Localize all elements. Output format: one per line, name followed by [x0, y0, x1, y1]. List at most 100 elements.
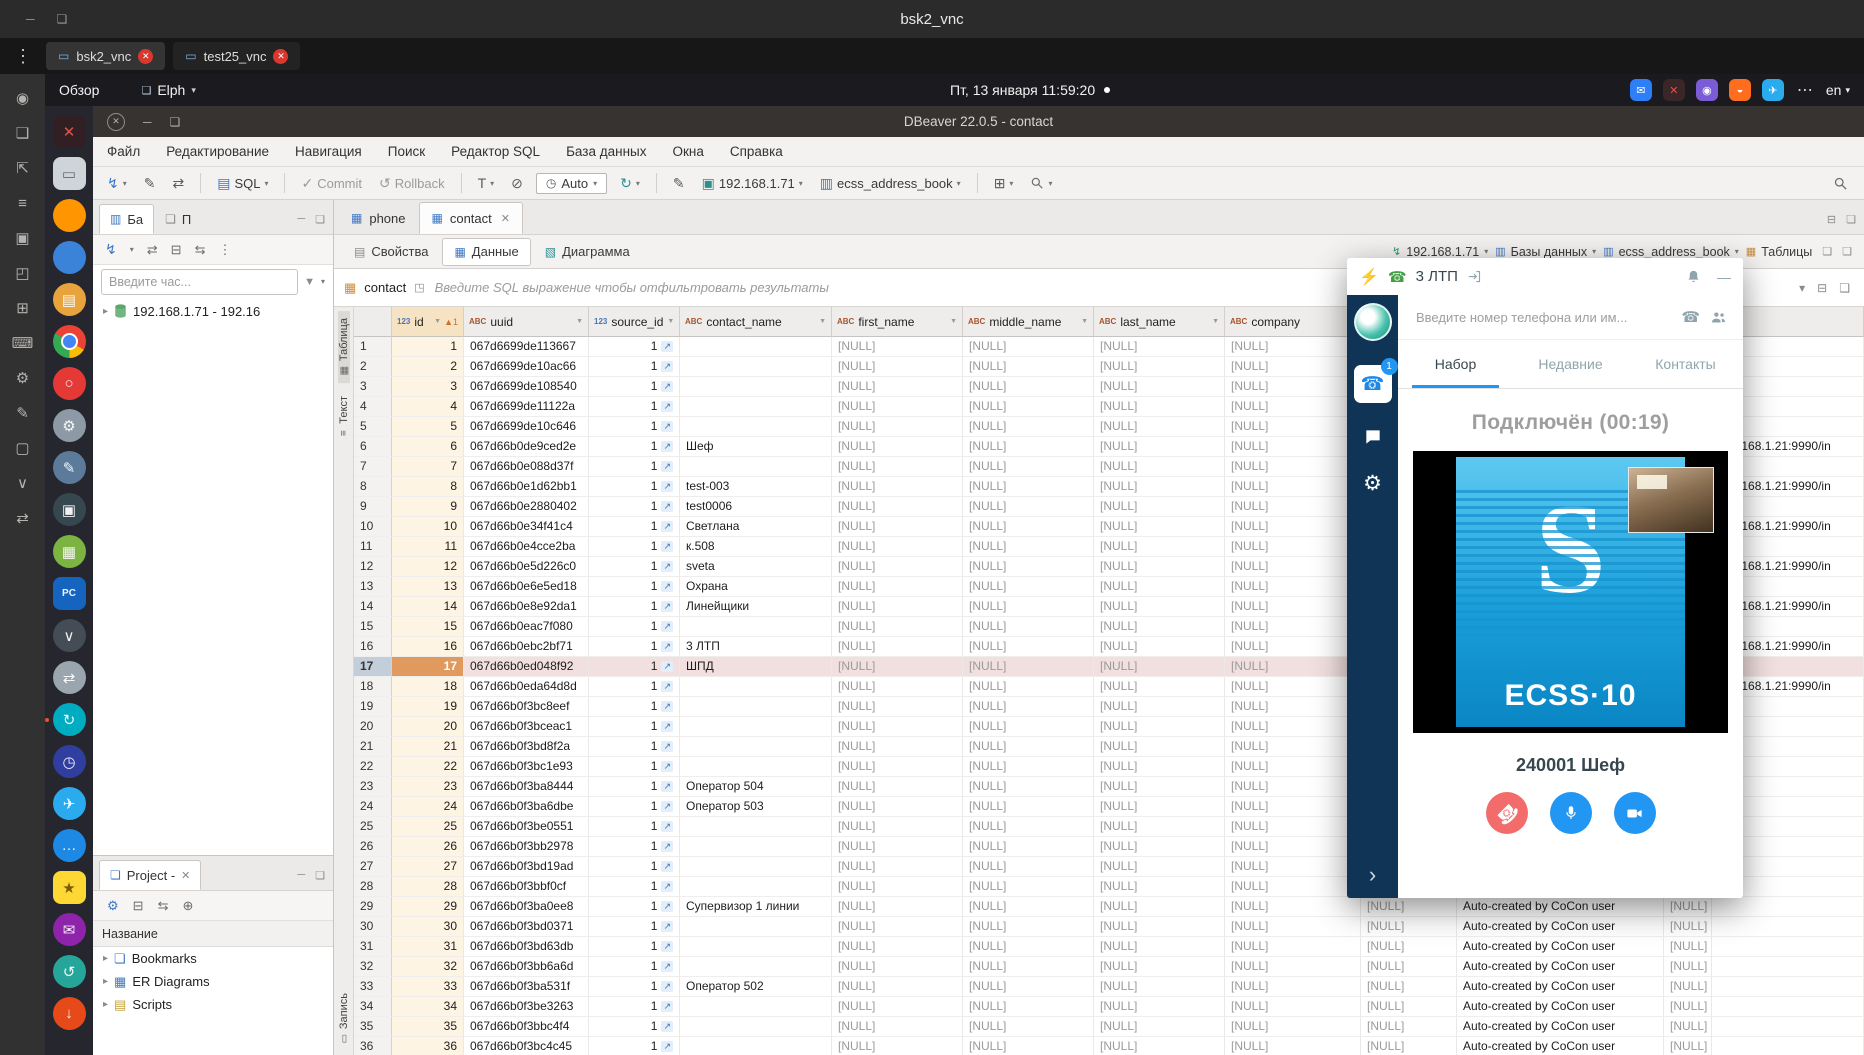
grid-cell[interactable]: [NULL]	[1094, 1037, 1225, 1055]
grid-cell[interactable]: 16	[392, 637, 464, 657]
grid-cell[interactable]: 1↗	[589, 977, 680, 997]
fk-link-icon[interactable]: ↗	[661, 641, 673, 652]
grid-cell[interactable]: Auto-created by CoCon user	[1457, 937, 1664, 957]
session-tab-bsk2_vnc[interactable]: ▭bsk2_vnc✕	[46, 42, 165, 70]
transfer-icon[interactable]	[1467, 269, 1482, 284]
grid-cell[interactable]: 067d66b0f3bc4c45	[464, 1037, 589, 1055]
grid-cell[interactable]: [NULL]	[1664, 917, 1712, 937]
minimize-panel-icon[interactable]: ─	[297, 213, 305, 226]
grid-cell[interactable]: 1	[392, 337, 464, 357]
fk-link-icon[interactable]: ↗	[661, 941, 673, 952]
grid-cell[interactable]: [NULL]	[963, 657, 1094, 677]
project-columns-header[interactable]: Название	[93, 921, 333, 947]
grid-cell[interactable]: Линейщики	[680, 597, 832, 617]
grid-cell[interactable]: 20	[392, 717, 464, 737]
grid-cell[interactable]	[680, 337, 832, 357]
row-number[interactable]: 27	[354, 857, 392, 877]
grid-cell[interactable]: [NULL]	[1094, 597, 1225, 617]
grid-cell[interactable]: [NULL]	[1664, 977, 1712, 997]
fk-link-icon[interactable]: ↗	[661, 881, 673, 892]
row-number[interactable]: 32	[354, 957, 392, 977]
grid-cell[interactable]: 067d66b0f3be3263	[464, 997, 589, 1017]
grid-cell[interactable]	[680, 997, 832, 1017]
row-number[interactable]: 30	[354, 917, 392, 937]
call-icon[interactable]: ☎	[1681, 308, 1700, 326]
fk-link-icon[interactable]: ↗	[661, 581, 673, 592]
grid-cell[interactable]: Auto-created by CoCon user	[1457, 1017, 1664, 1037]
row-number[interactable]: 18	[354, 677, 392, 697]
grid-cell[interactable]: [NULL]	[1664, 1037, 1712, 1055]
grid-cell[interactable]: [NULL]	[1094, 977, 1225, 997]
row-number[interactable]: 6	[354, 437, 392, 457]
grid-cell[interactable]: 067d66b0e088d37f	[464, 457, 589, 477]
grid-cell[interactable]: [NULL]	[832, 1017, 963, 1037]
grid-cell[interactable]: [NULL]	[963, 877, 1094, 897]
row-number[interactable]: 1	[354, 337, 392, 357]
flash-icon[interactable]: ⚡	[1359, 267, 1379, 287]
fk-link-icon[interactable]: ↗	[661, 1001, 673, 1012]
grid-cell[interactable]: [NULL]	[832, 757, 963, 777]
grid-cell[interactable]: [NULL]	[1225, 577, 1361, 597]
grid-cell[interactable]: [NULL]	[1225, 417, 1361, 437]
grid-cell[interactable]: Auto-created by CoCon user	[1457, 897, 1664, 917]
grid-cell[interactable]: [NULL]	[832, 817, 963, 837]
grid-cell[interactable]: [NULL]	[1094, 757, 1225, 777]
collapse-all-icon[interactable]: ⊟	[133, 898, 144, 914]
grid-cell[interactable]: 1↗	[589, 997, 680, 1017]
active-connection-select[interactable]: ▣192.168.1.71▾	[698, 173, 807, 194]
minimize-panel-icon[interactable]: ❏	[1822, 245, 1832, 258]
grid-cell[interactable]: [NULL]	[1225, 357, 1361, 377]
grid-cell[interactable]: [NULL]	[1225, 1037, 1361, 1055]
fk-link-icon[interactable]: ↗	[661, 761, 673, 772]
grid-cell[interactable]: [NULL]	[963, 717, 1094, 737]
grid-cell[interactable]: [NULL]	[1094, 717, 1225, 737]
tray-overflow-icon[interactable]: ⋯	[1797, 80, 1813, 100]
grid-cell[interactable]: [NULL]	[1094, 637, 1225, 657]
grid-cell[interactable]: [NULL]	[1094, 877, 1225, 897]
grid-cell[interactable]: 067d6699de11122a	[464, 397, 589, 417]
row-number[interactable]: 21	[354, 737, 392, 757]
grid-cell[interactable]: [NULL]	[1225, 1017, 1361, 1037]
column-header-company[interactable]: ABCcompany▼	[1225, 307, 1361, 337]
row-number[interactable]: 16	[354, 637, 392, 657]
grid-cell[interactable]: [NULL]	[832, 657, 963, 677]
grid-cell[interactable]: [NULL]	[832, 957, 963, 977]
link-with-editor-icon[interactable]: ⇆	[158, 898, 169, 914]
grid-cell[interactable]: 1↗	[589, 577, 680, 597]
grid-cell[interactable]: [NULL]	[1225, 817, 1361, 837]
grid-cell[interactable]: 067d66b0f3ba0ee8	[464, 897, 589, 917]
settings-app-icon[interactable]: ⚙	[53, 409, 86, 442]
grid-cell[interactable]: Охрана	[680, 577, 832, 597]
sync-app-icon[interactable]: ↺	[53, 955, 86, 988]
grid-cell[interactable]: [NULL]	[963, 337, 1094, 357]
grid-cell[interactable]: 1↗	[589, 457, 680, 477]
grid-cell[interactable]: 067d66b0f3bceac1	[464, 717, 589, 737]
grid-cell[interactable]: 1↗	[589, 497, 680, 517]
grid-cell[interactable]: [NULL]	[832, 437, 963, 457]
grid-cell[interactable]: [NULL]	[963, 397, 1094, 417]
grid-cell[interactable]: 2	[392, 357, 464, 377]
row-number[interactable]: 9	[354, 497, 392, 517]
grid-cell[interactable]	[680, 457, 832, 477]
grid-cell[interactable]: [NULL]	[1094, 697, 1225, 717]
kasm-tray-icon[interactable]: ✕	[1663, 79, 1685, 101]
grid-cell[interactable]	[680, 357, 832, 377]
grid-cell[interactable]: [NULL]	[1225, 857, 1361, 877]
grid-cell[interactable]: [NULL]	[832, 697, 963, 717]
grid-cell[interactable]: 19	[392, 697, 464, 717]
opera-app-icon[interactable]: ○	[53, 367, 86, 400]
grid-cell[interactable]: Оператор 504	[680, 777, 832, 797]
collapse-all-icon[interactable]: ⊟	[171, 242, 182, 258]
minimize-icon[interactable]: —	[1717, 269, 1731, 285]
column-header-last_name[interactable]: ABClast_name▼	[1094, 307, 1225, 337]
pc-app-icon[interactable]: PC	[53, 577, 86, 610]
self-video-preview[interactable]	[1628, 467, 1714, 533]
grid-cell[interactable]: 067d66b0e34f41c4	[464, 517, 589, 537]
sql-editor-button[interactable]: ▤SQL▾	[213, 173, 272, 194]
grid-cell[interactable]	[680, 817, 832, 837]
breadcrumb-item-2[interactable]: ▥ecss_address_book▾	[1603, 245, 1739, 259]
row-number[interactable]: 23	[354, 777, 392, 797]
grid-cell[interactable]: [NULL]	[832, 717, 963, 737]
fk-link-icon[interactable]: ↗	[661, 441, 673, 452]
fk-link-icon[interactable]: ↗	[661, 341, 673, 352]
